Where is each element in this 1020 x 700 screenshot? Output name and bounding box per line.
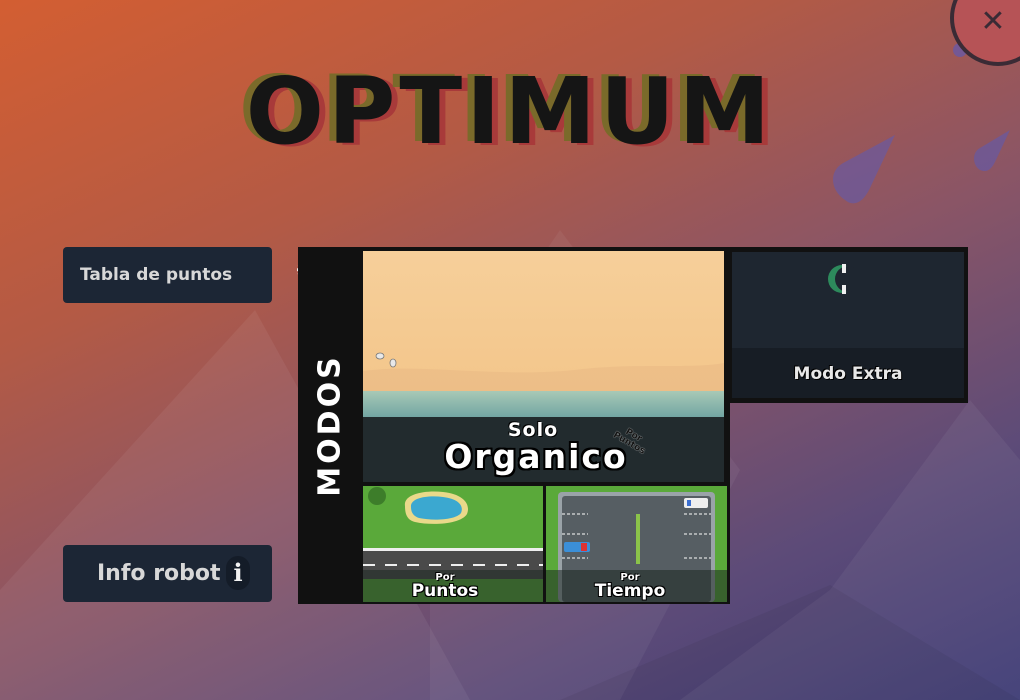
info-robot-button[interactable]: Info robot i xyxy=(63,545,272,602)
tabla-de-puntos-label: Tabla de puntos xyxy=(80,265,233,285)
modes-header: MODOS xyxy=(298,247,362,604)
modo-extra-card[interactable]: Modo Extra xyxy=(732,252,964,398)
organico-label: Organico xyxy=(444,437,628,476)
modo-extra-label: Modo Extra xyxy=(793,364,903,384)
por-tiempo-card[interactable]: Por Tiempo xyxy=(546,486,727,602)
solo-organico-card[interactable]: Solo Organico Por Puntos xyxy=(363,251,724,482)
tiempo-label: Tiempo xyxy=(594,581,666,601)
close-icon: ✕ xyxy=(980,4,1006,39)
puntos-label: Puntos xyxy=(411,581,479,601)
info-icon: i xyxy=(226,556,250,590)
por-puntos-card[interactable]: Por Puntos xyxy=(363,486,543,602)
modes-header-text: MODOS xyxy=(312,354,348,497)
game-title: OPTIMUM xyxy=(245,58,775,165)
info-robot-label: Info robot xyxy=(97,561,221,586)
tabla-de-puntos-button[interactable]: Tabla de puntos xyxy=(63,247,319,303)
moon-icon xyxy=(828,264,861,294)
